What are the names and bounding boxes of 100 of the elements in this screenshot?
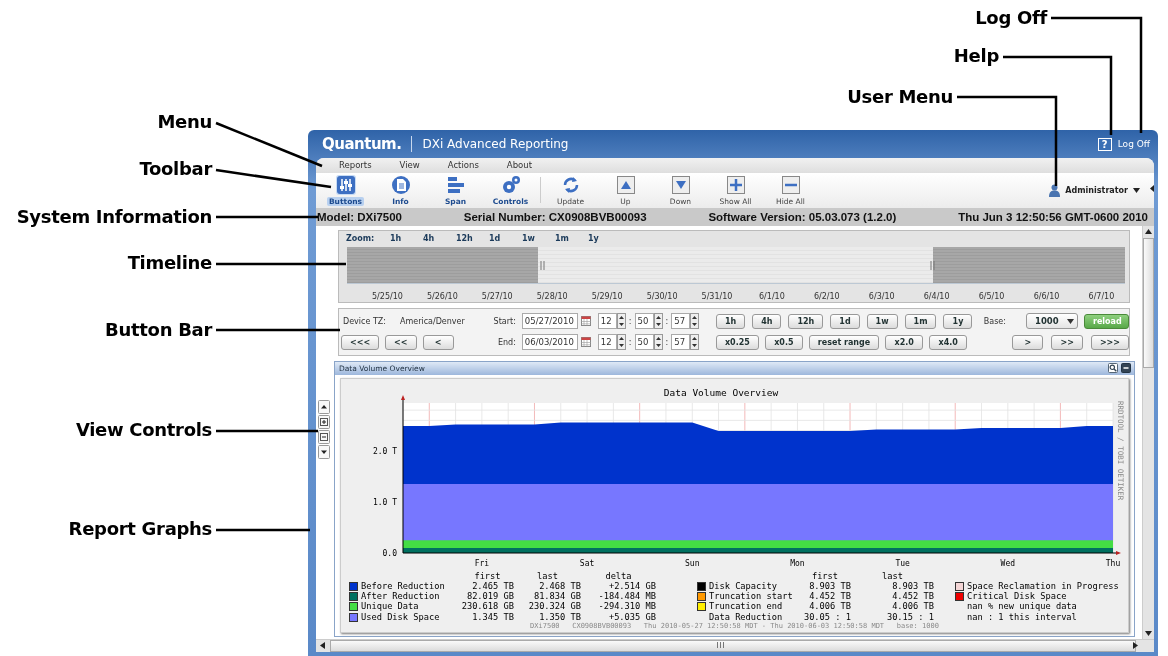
legend-value: 8.903 TB	[808, 581, 851, 592]
spinner-button[interactable]	[616, 313, 626, 330]
menu-item[interactable]: Actions	[441, 160, 485, 171]
time-field[interactable]: 50	[634, 313, 654, 330]
zoom-link[interactable]: 1y	[588, 233, 621, 243]
spinner-button[interactable]	[653, 313, 663, 330]
minimize-icon[interactable]	[1121, 363, 1131, 374]
legend-label: Space Reclamation in Progress	[967, 581, 1120, 592]
date-label: 6/5/10	[977, 291, 1006, 301]
date-field[interactable]: 06/03/2010	[521, 334, 578, 351]
right-arrow-icon[interactable]	[1131, 641, 1140, 650]
date-label: 6/4/10	[922, 291, 951, 301]
legend-value: 2.465 TB	[471, 581, 514, 592]
range-button[interactable]: 1y	[943, 313, 973, 329]
expand-icon[interactable]	[318, 414, 330, 429]
base-dropdown[interactable]: 1000	[1026, 313, 1078, 330]
callout-label: Toolbar	[139, 158, 212, 180]
calendar-icon[interactable]	[580, 337, 591, 348]
legend-value: 81.834 GB	[532, 591, 581, 602]
zoom-link[interactable]: 1h	[390, 233, 423, 243]
spinner-button[interactable]	[616, 334, 626, 351]
legend-value: 1.345 TB	[471, 611, 514, 622]
range-button[interactable]: 4h	[752, 313, 782, 329]
date-field[interactable]: 05/27/2010	[521, 313, 578, 330]
callout-label: User Menu	[847, 86, 953, 108]
menu-item[interactable]: View	[393, 160, 426, 171]
forward-button[interactable]: >>>	[1090, 334, 1129, 350]
column-header: delta	[604, 570, 633, 582]
callout-label: System Information	[16, 206, 212, 228]
search-icon[interactable]	[1108, 363, 1118, 374]
legend-label: Truncation start	[709, 591, 794, 602]
date-label: 6/3/10	[867, 291, 896, 301]
legend-label: Used Disk Space	[361, 611, 441, 622]
forward-button[interactable]: >>	[1051, 334, 1083, 350]
scale-button[interactable]: x0.25	[715, 334, 759, 350]
up-arrow-icon[interactable]	[1144, 226, 1153, 236]
back-button[interactable]: <<	[385, 334, 417, 350]
horizontal-scrollbar[interactable]	[316, 639, 1154, 652]
handle-icon[interactable]	[930, 260, 935, 270]
time-separator: :	[628, 316, 632, 326]
base-label: Base:	[983, 316, 1006, 326]
x-tick-label: Sun	[685, 558, 700, 568]
x-tick-label: Tue	[895, 558, 910, 568]
range-button[interactable]: 1d	[830, 313, 860, 329]
left-arrow-icon[interactable]	[318, 641, 327, 650]
time-field[interactable]: 12	[597, 313, 617, 330]
chart-title: Data Volume Overview	[663, 386, 779, 398]
zoom-label: Zoom:	[346, 233, 376, 243]
document-icon	[390, 174, 411, 195]
time-field[interactable]: 57	[671, 334, 691, 351]
timeline-track[interactable]	[347, 246, 1125, 284]
range-button[interactable]: 1w	[866, 313, 898, 329]
time-field[interactable]: 50	[634, 334, 654, 351]
app-title: DXi Advanced Reporting	[422, 137, 569, 151]
zoom-link[interactable]: 1w	[522, 233, 555, 243]
date-label: 5/30/10	[645, 291, 679, 301]
range-button[interactable]: 1h	[715, 313, 746, 329]
handle-icon[interactable]	[540, 260, 545, 270]
zoom-link[interactable]: 1m	[555, 233, 588, 243]
help-button[interactable]: ?	[1097, 137, 1112, 151]
log-off-link[interactable]: Log Off	[1117, 139, 1150, 149]
scale-button[interactable]: x4.0	[929, 334, 968, 350]
scale-button[interactable]: reset range	[808, 334, 880, 350]
scale-button[interactable]: x2.0	[885, 334, 924, 350]
date-label: 6/1/10	[758, 291, 786, 301]
grip-icon	[716, 642, 725, 648]
spinner-button[interactable]	[690, 313, 700, 330]
back-button[interactable]: <<<	[341, 334, 380, 350]
time-field[interactable]: 12	[597, 334, 617, 351]
model-text: Model: DXi7500	[317, 210, 402, 223]
legend-label: nan : 1 this interval	[967, 611, 1078, 622]
column-header: last	[536, 570, 559, 582]
legend-value: 4.006 TB	[808, 601, 851, 612]
scale-button[interactable]: x0.5	[764, 334, 803, 350]
calendar-icon[interactable]	[580, 316, 591, 327]
menu-item[interactable]: About	[500, 160, 538, 171]
down-arrow-icon[interactable]	[1144, 629, 1153, 638]
legend-value: 30.05 : 1	[802, 611, 851, 622]
callout-label: Button Bar	[105, 319, 212, 341]
zoom-link[interactable]: 4h	[423, 233, 456, 243]
user-menu[interactable]: Administrator	[1049, 183, 1140, 197]
time-field[interactable]: 57	[671, 313, 691, 330]
collapse-icon[interactable]	[318, 429, 330, 444]
start-label: Start:	[492, 316, 516, 326]
forward-button[interactable]: >	[1012, 334, 1044, 350]
spinner-button[interactable]	[690, 334, 700, 351]
menu-item[interactable]: Reports	[333, 160, 378, 171]
spinner-button[interactable]	[653, 334, 663, 351]
callout-label: View Controls	[75, 419, 212, 441]
collapse-icon[interactable]	[1150, 184, 1154, 192]
caret-icon	[1133, 187, 1140, 193]
range-button[interactable]: 12h	[788, 313, 824, 329]
back-button[interactable]: <	[422, 334, 454, 350]
zoom-link[interactable]: 12h	[456, 233, 489, 243]
x-tick-label: Wed	[1000, 558, 1016, 568]
range-button[interactable]: 1m	[904, 313, 937, 329]
callout-label: Log Off	[975, 7, 1047, 29]
column-header: last	[881, 570, 904, 582]
vertical-scrollbar[interactable]	[1142, 225, 1154, 639]
zoom-link[interactable]: 1d	[489, 233, 522, 243]
